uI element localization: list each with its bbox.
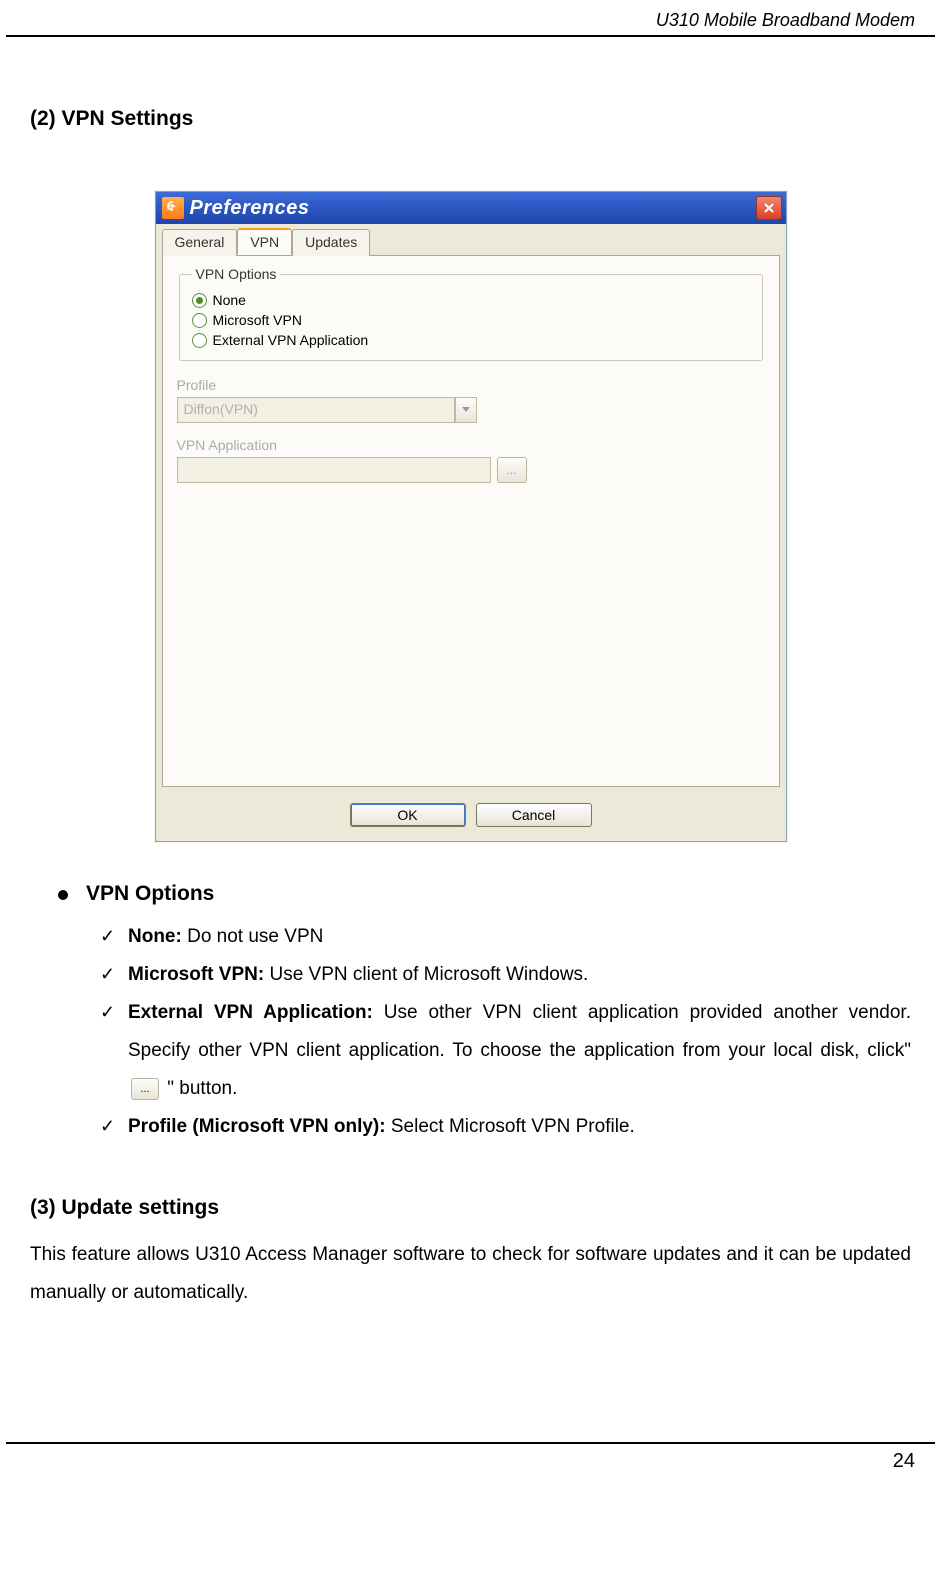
bullet-icon (58, 890, 68, 900)
list-item: Profile (Microsoft VPN only): Select Mic… (100, 1108, 911, 1146)
tab-updates[interactable]: Updates (292, 229, 370, 256)
profile-combo[interactable]: Diffon(VPN) (177, 397, 477, 423)
radio-microsoft[interactable] (192, 313, 207, 328)
section-3-heading: (3) Update settings (30, 1196, 911, 1220)
radio-external[interactable] (192, 333, 207, 348)
ok-button[interactable]: OK (350, 803, 466, 827)
page-header-title: U310 Mobile Broadband Modem (656, 10, 915, 31)
radio-external-label: External VPN Application (213, 332, 369, 348)
titlebar: Preferences (156, 192, 786, 224)
browse-icon: ... (131, 1078, 159, 1100)
page-number: 24 (893, 1450, 915, 1473)
dialog-footer: OK Cancel (156, 793, 786, 841)
tab-general[interactable]: General (162, 229, 238, 256)
section-3-paragraph: This feature allows U310 Access Manager … (30, 1236, 911, 1312)
tabstrip: General VPN Updates (156, 224, 786, 255)
preferences-dialog: Preferences General VPN Updates VPN Opti… (155, 191, 787, 842)
radio-microsoft-label: Microsoft VPN (213, 312, 302, 328)
profile-label: Profile (177, 377, 765, 393)
radio-row-microsoft[interactable]: Microsoft VPN (192, 310, 750, 330)
radio-none-label: None (213, 292, 246, 308)
list-item: Microsoft VPN: Use VPN client of Microso… (100, 956, 911, 994)
tab-vpn[interactable]: VPN (237, 228, 292, 255)
vpn-app-label: VPN Application (177, 437, 765, 453)
dialog-title: Preferences (190, 197, 310, 220)
vpn-options-legend: VPN Options (192, 266, 281, 282)
list-item: None: Do not use VPN (100, 918, 911, 956)
vpn-app-input[interactable] (177, 457, 491, 483)
tab-panel: VPN Options None Microsoft VPN External … (162, 255, 780, 787)
app-icon (162, 197, 184, 219)
radio-row-none[interactable]: None (192, 290, 750, 310)
section-2-heading: (2) VPN Settings (30, 107, 911, 131)
radio-row-external[interactable]: External VPN Application (192, 330, 750, 350)
chevron-down-icon[interactable] (455, 397, 477, 423)
bullet-title: VPN Options (86, 882, 214, 906)
list-item: External VPN Application: Use other VPN … (100, 994, 911, 1108)
radio-none[interactable] (192, 293, 207, 308)
cancel-button[interactable]: Cancel (476, 803, 592, 827)
vpn-options-group: VPN Options None Microsoft VPN External … (179, 266, 763, 361)
close-icon[interactable] (756, 196, 782, 220)
profile-value: Diffon(VPN) (177, 397, 455, 423)
browse-button[interactable]: ... (497, 457, 527, 483)
